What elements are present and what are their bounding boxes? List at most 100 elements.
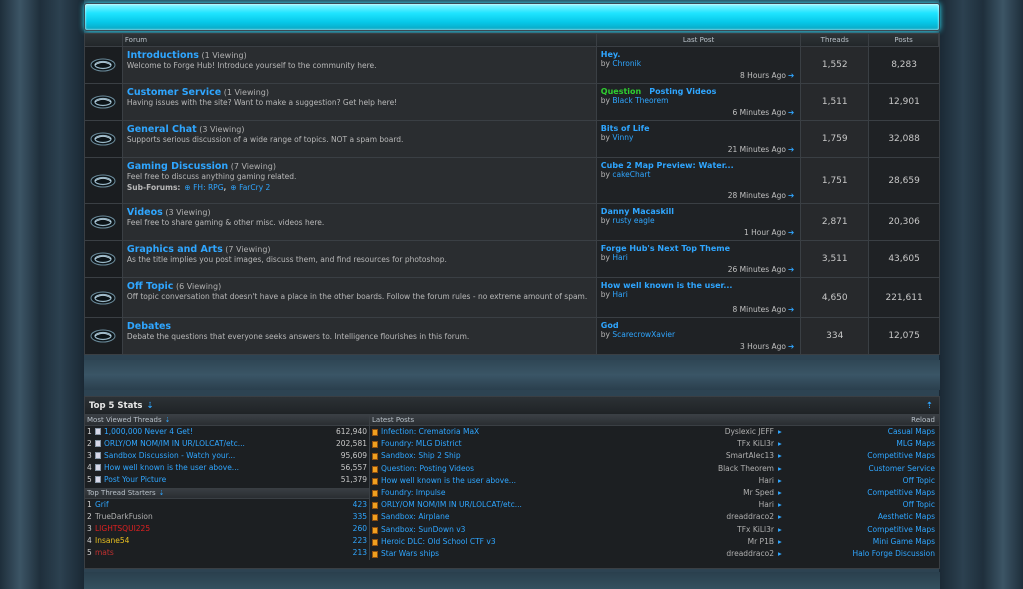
goto-last-post-icon[interactable]: ➔ — [788, 191, 794, 200]
header-forum: Forum — [123, 34, 597, 46]
thread-count[interactable]: 335 — [353, 511, 367, 523]
poster-name[interactable]: SmartAlec13 — [670, 450, 774, 462]
thread-count[interactable]: 213 — [353, 547, 367, 559]
sort-arrow-icon[interactable]: ⇣ — [165, 416, 171, 424]
latest-thread-link[interactable]: Foundry: MLG District — [381, 438, 631, 450]
reload-link[interactable]: Reload — [911, 415, 935, 426]
goto-last-post-icon[interactable]: ➔ — [788, 145, 794, 154]
subforum-link[interactable]: ⊕ FH: RPG — [184, 183, 223, 192]
forum-link[interactable]: Off Topic — [903, 499, 935, 511]
sort-arrow-icon[interactable]: ⇣ — [159, 489, 165, 497]
latest-thread-link[interactable]: Foundry: Impulse — [381, 487, 631, 499]
last-post-title-link[interactable]: God — [601, 321, 619, 330]
forum-link[interactable]: Off Topic — [903, 475, 935, 487]
poster-name[interactable]: Hari — [670, 499, 774, 511]
last-post-user-link[interactable]: Hari — [612, 253, 627, 262]
stats-title: Top 5 Stats — [89, 400, 143, 411]
thread-count[interactable]: 423 — [353, 499, 367, 511]
last-post-user-link[interactable]: cakeChart — [612, 170, 650, 179]
poster-name[interactable]: dreaddraco2 — [670, 511, 774, 523]
poster-name[interactable]: TFx KiLl3r — [670, 524, 774, 536]
latest-thread-link[interactable]: Sandbox: Ship 2 Ship — [381, 450, 631, 462]
last-post-title-link[interactable]: Hey. — [601, 50, 621, 59]
forum-link[interactable]: Customer Service — [868, 463, 935, 475]
goto-last-post-icon[interactable]: ➔ — [788, 108, 794, 117]
goto-last-post-icon[interactable]: ➔ — [788, 305, 794, 314]
thread-link[interactable]: 1,000,000 Never 4 Get! — [104, 426, 193, 438]
collapse-arrow-icon[interactable]: ⇣ — [146, 401, 153, 411]
poster-name[interactable]: Mr P1B — [670, 536, 774, 548]
forum-title-link[interactable]: Customer Service — [127, 87, 221, 98]
forum-info: Off Topic (6 Viewing) Off topic conversat… — [122, 278, 597, 317]
forum-link[interactable]: Mini Game Maps — [873, 536, 935, 548]
forum-row: Gaming Discussion (7 Viewing) Feel free t… — [85, 157, 939, 203]
forum-title-link[interactable]: Off Topic — [127, 281, 174, 292]
user-link[interactable]: TrueDarkFusion — [95, 511, 153, 523]
forum-link[interactable]: Competitive Maps — [867, 450, 935, 462]
header-last-post: Last Post — [597, 34, 802, 46]
last-post-title-link[interactable]: Forge Hub's Next Top Theme — [601, 244, 730, 253]
poster-name[interactable]: Hari — [670, 475, 774, 487]
thread-link[interactable]: ORLY/OM NOM/IM IN UR/LOLCAT/etc... — [104, 438, 245, 450]
last-post-title-link[interactable]: Cube 2 Map Preview: Water... — [601, 161, 734, 170]
last-post-title-link[interactable]: How well known is the user... — [601, 281, 733, 290]
forum-title-link[interactable]: Introductions — [127, 50, 199, 61]
forum-link[interactable]: Halo Forge Discussion — [852, 548, 935, 560]
forum-title-link[interactable]: Debates — [127, 321, 171, 332]
last-post-user-link[interactable]: Black Theorem — [612, 96, 668, 105]
forum-title-link[interactable]: Videos — [127, 207, 163, 218]
forum-link[interactable]: Competitive Maps — [867, 487, 935, 499]
latest-thread-link[interactable]: ORLY/OM NOM/IM IN UR/LOLCAT/etc... — [381, 499, 631, 511]
latest-post-row: Sandbox: Ship 2 Ship SmartAlec13 ▸ Competit… — [370, 450, 939, 462]
last-post-user-link[interactable]: Vinny — [612, 133, 633, 142]
latest-thread-link[interactable]: Sandbox: Airplane — [381, 511, 631, 523]
last-post-user-link[interactable]: Chronik — [612, 59, 641, 68]
forum-title-link[interactable]: General Chat — [127, 124, 197, 135]
poster-name[interactable]: Black Theorem — [670, 463, 774, 475]
thread-prefix: Question — [600, 87, 642, 96]
latest-thread-link[interactable]: Question: Posting Videos — [381, 463, 631, 475]
user-link[interactable]: LIGHTSQUI225 — [95, 523, 150, 535]
latest-thread-link[interactable]: Heroic DLC: Old School CTF v3 — [381, 536, 631, 548]
thread-count[interactable]: 260 — [353, 523, 367, 535]
goto-last-post-icon[interactable]: ➔ — [788, 265, 794, 274]
viewing-count: (1 Viewing) — [201, 51, 247, 60]
last-post-user-link[interactable]: Hari — [612, 290, 627, 299]
poster-name[interactable]: Mr Sped — [670, 487, 774, 499]
forum-title-link[interactable]: Graphics and Arts — [127, 244, 223, 255]
forum-list: Forum Last Post Threads Posts Introducti… — [84, 33, 940, 355]
scroll-top-icon[interactable]: ⇡ — [926, 401, 933, 411]
user-link[interactable]: Insane54 — [95, 535, 129, 547]
last-post-user-link[interactable]: rusty eagle — [612, 216, 654, 225]
latest-thread-link[interactable]: Sandbox: SunDown v3 — [381, 524, 631, 536]
post-count: 32,088 — [869, 121, 939, 157]
poster-name[interactable]: TFx KiLl3r — [670, 438, 774, 450]
poster-name[interactable]: dreaddraco2 — [670, 548, 774, 560]
thread-starter-row: 5 mats 213 — [87, 547, 367, 559]
last-post-title-link[interactable]: Bits of Life — [601, 124, 650, 133]
forum-title-link[interactable]: Gaming Discussion — [127, 161, 228, 172]
last-post-user-link[interactable]: ScarecrowXavier — [612, 330, 675, 339]
thread-link[interactable]: How well known is the user above... — [104, 462, 239, 474]
forum-link[interactable]: Aesthetic Maps — [878, 511, 935, 523]
subforum-link[interactable]: ⊕ FarCry 2 — [230, 183, 270, 192]
poster-name[interactable]: Dyslexic JEFF — [670, 426, 774, 438]
latest-thread-link[interactable]: Star Wars ships — [381, 548, 631, 560]
last-post-title-link[interactable]: Danny Macaskill — [601, 207, 674, 216]
thread-link[interactable]: Sandbox Discussion - Watch your... — [104, 450, 235, 462]
user-link[interactable]: mats — [95, 547, 114, 559]
latest-thread-link[interactable]: Infection: Crematoria MaX — [381, 426, 631, 438]
thread-count[interactable]: 223 — [353, 535, 367, 547]
thread-link[interactable]: Post Your Picture — [104, 474, 166, 486]
goto-last-post-icon[interactable]: ➔ — [788, 342, 794, 351]
goto-last-post-icon[interactable]: ➔ — [788, 71, 794, 80]
forum-status-icon — [85, 241, 123, 277]
latest-thread-link[interactable]: How well known is the user above... — [381, 475, 631, 487]
goto-last-post-icon[interactable]: ➔ — [788, 228, 794, 237]
user-link[interactable]: Grif — [95, 499, 109, 511]
forum-link[interactable]: Competitive Maps — [867, 524, 935, 536]
last-post-title-link[interactable]: Posting Videos — [649, 87, 716, 96]
forum-link[interactable]: Casual Maps — [888, 426, 935, 438]
forum-link[interactable]: MLG Maps — [896, 438, 935, 450]
forum-description: Feel free to discuss anything gaming rel… — [126, 172, 297, 181]
